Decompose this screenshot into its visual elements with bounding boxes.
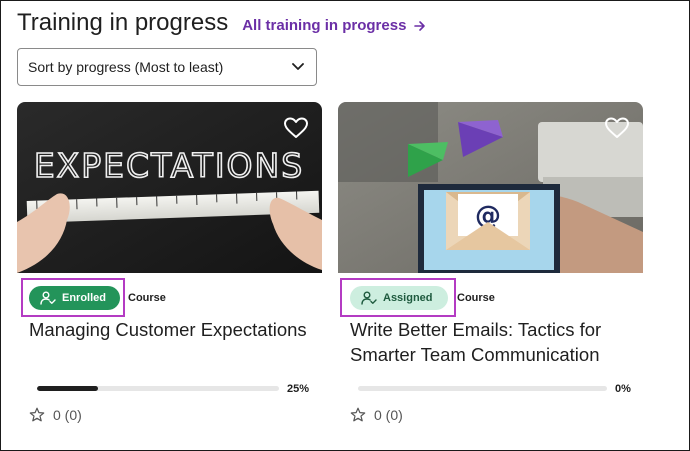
course-title[interactable]: Write Better Emails: Tactics for Smarter… bbox=[350, 317, 640, 367]
favorite-button[interactable] bbox=[603, 114, 631, 142]
heart-icon bbox=[284, 117, 308, 138]
course-thumbnail[interactable]: @ bbox=[338, 102, 643, 273]
star-icon bbox=[350, 407, 366, 422]
rating: 0 (0) bbox=[29, 407, 82, 423]
progress-label: 0% bbox=[615, 383, 631, 395]
progress-bar bbox=[37, 386, 279, 391]
sort-select[interactable]: Sort by progress (Most to least) bbox=[17, 48, 317, 86]
favorite-button[interactable] bbox=[282, 114, 310, 142]
rating-value: 0 (0) bbox=[374, 407, 403, 423]
status-badge-label: Assigned bbox=[383, 292, 433, 304]
progress-label: 25% bbox=[287, 383, 310, 395]
status-badge: Enrolled bbox=[29, 286, 120, 310]
all-training-link-label: All training in progress bbox=[242, 17, 407, 34]
rating-value: 0 (0) bbox=[53, 407, 82, 423]
progress-bar bbox=[358, 386, 607, 391]
course-card[interactable]: EXPECTATIONS Enrolled Course Managing Cu… bbox=[17, 102, 322, 437]
course-thumbnail[interactable]: EXPECTATIONS bbox=[17, 102, 322, 273]
content-type: Course bbox=[128, 292, 166, 304]
progress-fill bbox=[37, 386, 98, 391]
arrow-right-icon bbox=[414, 20, 426, 31]
rating: 0 (0) bbox=[350, 407, 403, 423]
all-training-link[interactable]: All training in progress bbox=[242, 17, 426, 34]
status-badge-label: Enrolled bbox=[62, 292, 107, 304]
training-in-progress-panel: Training in progress All training in pro… bbox=[0, 0, 690, 451]
email-image: @ bbox=[338, 102, 643, 273]
course-title[interactable]: Managing Customer Expectations bbox=[29, 317, 319, 342]
expectations-image: EXPECTATIONS bbox=[17, 102, 322, 273]
sort-select-value: Sort by progress (Most to least) bbox=[28, 59, 224, 75]
person-check-icon bbox=[40, 291, 56, 305]
chalk-text: EXPECTATIONS bbox=[34, 146, 304, 185]
section-header: Training in progress All training in pro… bbox=[17, 9, 426, 37]
chevron-down-icon bbox=[292, 63, 304, 70]
status-badge: Assigned bbox=[350, 286, 448, 310]
star-icon bbox=[29, 407, 45, 422]
course-card[interactable]: @ Assigned Course Write Better Emails: T… bbox=[338, 102, 643, 437]
section-title: Training in progress bbox=[17, 9, 229, 36]
content-type: Course bbox=[457, 292, 495, 304]
heart-icon bbox=[605, 117, 629, 138]
person-check-icon bbox=[361, 291, 377, 305]
